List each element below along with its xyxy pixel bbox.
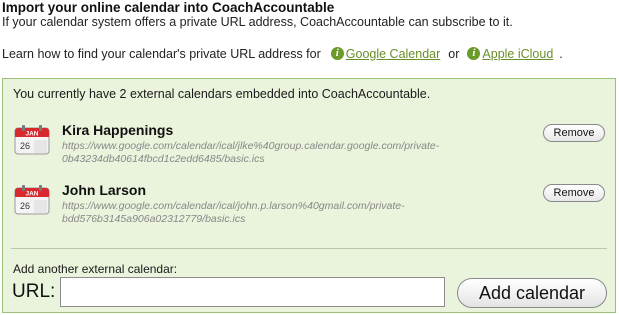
calendar-url-input[interactable] [60, 277, 445, 307]
calendar-row: JAN 26 John Larson https://www.google.co… [3, 179, 615, 229]
calendar-icon: JAN 26 [14, 125, 50, 155]
add-calendar-label: Add another external calendar: [13, 262, 178, 276]
calendar-icon-month: JAN [25, 191, 38, 198]
calendar-url-line: 0b43234db40614fbcd1c2edd6485/basic.ics [62, 153, 265, 165]
apple-icloud-link[interactable]: Apple iCloud [482, 47, 553, 61]
add-calendar-button[interactable]: Add calendar [457, 278, 607, 308]
calendar-url-line: https://www.google.com/calendar/ical/jlk… [62, 140, 440, 152]
learn-separator: or [448, 47, 460, 61]
info-icon: i [467, 46, 481, 60]
calendar-name: Kira Happenings [62, 122, 174, 138]
calendar-icon-day: 26 [20, 141, 30, 151]
divider [11, 248, 607, 249]
calendars-count-text: You currently have 2 external calendars … [13, 87, 431, 101]
url-label: URL: [12, 281, 56, 302]
remove-calendar-button[interactable]: Remove [543, 184, 605, 202]
calendar-url-line: bdd576b3145a906a02312779/basic.ics [62, 213, 246, 225]
page-subtitle: If your calendar system offers a private… [2, 15, 513, 29]
calendar-icon-day: 26 [20, 201, 30, 211]
google-calendar-link[interactable]: Google Calendar [346, 47, 441, 61]
calendar-url-line: https://www.google.com/calendar/ical/joh… [62, 200, 405, 212]
calendar-name: John Larson [62, 182, 147, 198]
page-title: Import your online calendar into CoachAc… [2, 0, 335, 15]
learn-suffix: . [559, 47, 563, 61]
calendar-url: https://www.google.com/calendar/ical/joh… [62, 200, 405, 226]
calendar-icon-month: JAN [25, 131, 38, 138]
remove-calendar-button[interactable]: Remove [543, 124, 605, 142]
learn-prefix: Learn how to find your calendar's privat… [2, 47, 321, 61]
external-calendars-panel: You currently have 2 external calendars … [2, 78, 616, 313]
calendar-url: https://www.google.com/calendar/ical/jlk… [62, 140, 439, 166]
info-icon: i [330, 46, 344, 60]
calendar-icon: JAN 26 [14, 185, 50, 215]
learn-row: Learn how to find your calendar's privat… [2, 46, 563, 61]
calendar-row: JAN 26 Kira Happenings https://www.googl… [3, 119, 615, 169]
